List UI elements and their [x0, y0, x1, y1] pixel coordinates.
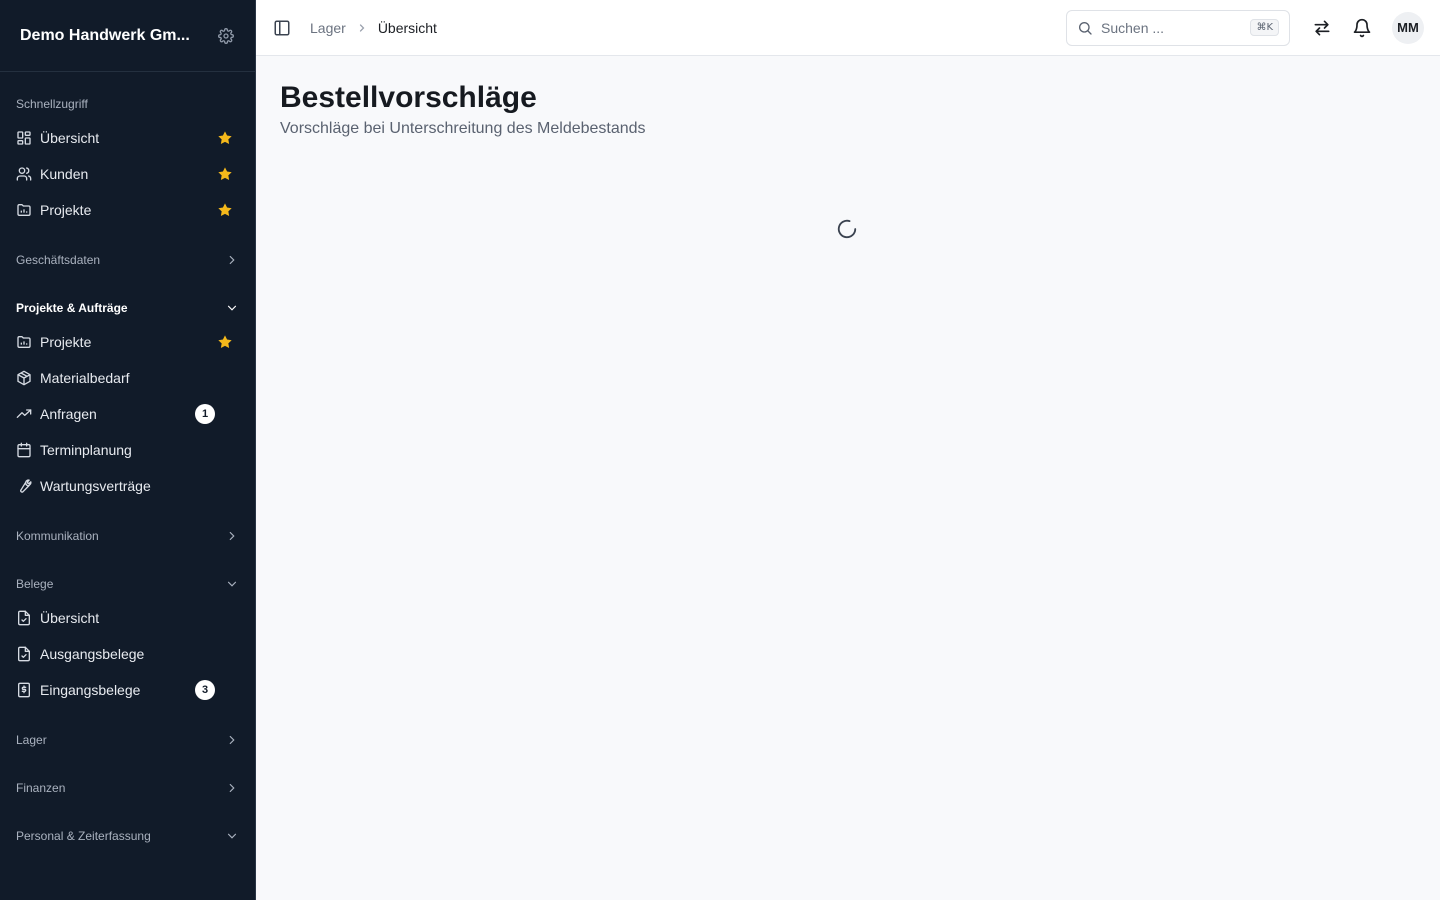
group-toggle-communication[interactable]: Kommunikation	[0, 520, 255, 552]
chevron-right-icon	[359, 23, 365, 32]
sidebar-item-scheduling[interactable]: Terminplanung	[0, 432, 255, 468]
sidebar-item-label: Projekte	[40, 202, 92, 218]
sidebar-item-label: Wartungsverträge	[40, 478, 151, 494]
trending-up-icon	[16, 409, 32, 418]
chevron-down-icon	[227, 581, 237, 587]
users-icon	[16, 167, 32, 181]
loading-spinner-icon	[837, 219, 857, 239]
folder-chart-icon	[17, 204, 31, 216]
chevron-right-icon	[229, 531, 235, 541]
sidebar-item-label: Materialbedarf	[40, 370, 130, 386]
search-shortcut: ⌘K	[1250, 19, 1279, 36]
search-icon	[1079, 21, 1092, 35]
breadcrumb-item-storage[interactable]: Lager	[310, 20, 346, 36]
chevron-right-icon	[229, 255, 235, 265]
sidebar-item-label: Projekte	[40, 334, 92, 350]
star-icon[interactable]	[217, 334, 233, 350]
group-finance: Finanzen	[0, 772, 255, 804]
sidebar-item-documents-overview[interactable]: Übersicht	[0, 600, 255, 636]
group-toggle-projects-orders[interactable]: Projekte & Aufträge	[0, 292, 255, 324]
sidebar-toggle-icon[interactable]	[272, 18, 292, 38]
bell-icon[interactable]	[1346, 12, 1378, 44]
sidebar-header: Demo Handwerk Gm...	[0, 0, 255, 72]
chevron-right-icon	[229, 783, 235, 793]
receipt-icon	[18, 682, 30, 698]
group-toggle-documents[interactable]: Belege	[0, 568, 255, 600]
group-communication: Kommunikation	[0, 520, 255, 552]
group-label-quick-access: Schnellzugriff	[16, 97, 88, 111]
file-check-icon	[18, 610, 30, 626]
group-toggle-personnel[interactable]: Personal & Zeiterfassung	[0, 820, 255, 852]
topbar: Lager Übersicht ⌘K MM	[256, 0, 1440, 56]
group-quick-access: Schnellzugriff Übersicht Kunden Projekte	[0, 88, 255, 228]
sidebar-item-projects[interactable]: Projekte	[0, 324, 255, 360]
dashboard-icon	[17, 131, 31, 145]
sidebar-item-label: Ausgangsbelege	[40, 646, 145, 662]
breadcrumb-item-current: Übersicht	[377, 19, 437, 36]
gear-icon[interactable]	[217, 27, 235, 45]
group-label: Finanzen	[16, 781, 66, 795]
group-label: Geschäftsdaten	[16, 253, 101, 267]
sidebar-item-label: Terminplanung	[40, 442, 132, 458]
group-label: Personal & Zeiterfassung	[16, 829, 151, 843]
sidebar-item-label: Kunden	[40, 166, 89, 182]
sidebar-item-label: Anfragen	[40, 406, 97, 422]
avatar[interactable]: MM	[1392, 11, 1424, 44]
switch-icon[interactable]	[1306, 12, 1338, 44]
group-label: Projekte & Aufträge	[16, 301, 128, 315]
group-toggle-business-data[interactable]: Geschäftsdaten	[0, 244, 255, 276]
wrench-icon	[20, 479, 32, 493]
sidebar-item-maintenance-contracts[interactable]: Wartungsverträge	[0, 468, 255, 504]
count-badge: 1	[195, 404, 215, 424]
group-label: Kommunikation	[16, 529, 99, 543]
chevron-down-icon	[227, 833, 237, 839]
sidebar: Demo Handwerk Gm... Schnellzugriff Übers…	[0, 0, 256, 900]
sidebar-item-incoming-documents[interactable]: Eingangsbelege 3	[0, 672, 255, 708]
main-content: Bestellvorschläge Vorschläge bei Untersc…	[256, 56, 1440, 900]
group-personnel: Personal & Zeiterfassung	[0, 820, 255, 852]
folder-chart-icon	[17, 336, 31, 348]
sidebar-item-label: Eingangsbelege	[40, 682, 141, 698]
page-subtitle: Vorschläge bei Unterschreitung des Melde…	[280, 120, 646, 137]
file-check-icon	[18, 646, 30, 662]
group-projects-orders: Projekte & Aufträge Projekte Materialbed…	[0, 292, 255, 504]
star-icon[interactable]	[217, 166, 233, 182]
group-business-data: Geschäftsdaten	[0, 244, 255, 276]
sidebar-item-label: Übersicht	[40, 610, 100, 626]
group-storage: Lager	[0, 724, 255, 756]
chevron-right-icon	[229, 735, 235, 745]
group-label: Belege	[16, 577, 54, 591]
search-input[interactable]	[1101, 19, 1251, 36]
sidebar-item-requests[interactable]: Anfragen 1	[0, 396, 255, 432]
count-badge: 3	[195, 680, 215, 700]
star-icon[interactable]	[217, 130, 233, 146]
sidebar-nav: Schnellzugriff Übersicht Kunden Projekte…	[0, 72, 255, 852]
sidebar-item-outgoing-documents[interactable]: Ausgangsbelege	[0, 636, 255, 672]
package-icon	[17, 370, 31, 386]
sidebar-item-customers[interactable]: Kunden	[0, 156, 255, 192]
chevron-down-icon	[227, 305, 237, 311]
star-icon[interactable]	[217, 202, 233, 218]
breadcrumb: Lager Übersicht	[310, 20, 437, 36]
group-toggle-storage[interactable]: Lager	[0, 724, 255, 756]
company-name[interactable]: Demo Handwerk Gm...	[20, 27, 190, 45]
search-box[interactable]: ⌘K	[1066, 9, 1290, 46]
sidebar-item-projects-quick[interactable]: Projekte	[0, 192, 255, 228]
group-label: Lager	[16, 733, 47, 747]
calendar-icon	[17, 442, 31, 458]
group-toggle-finance[interactable]: Finanzen	[0, 772, 255, 804]
sidebar-item-material-demand[interactable]: Materialbedarf	[0, 360, 255, 396]
sidebar-item-label: Übersicht	[40, 130, 100, 146]
sidebar-item-overview[interactable]: Übersicht	[0, 120, 255, 156]
group-documents: Belege Übersicht Ausgangsbelege Eingangs…	[0, 568, 255, 708]
page-title: Bestellvorschläge	[280, 81, 537, 114]
